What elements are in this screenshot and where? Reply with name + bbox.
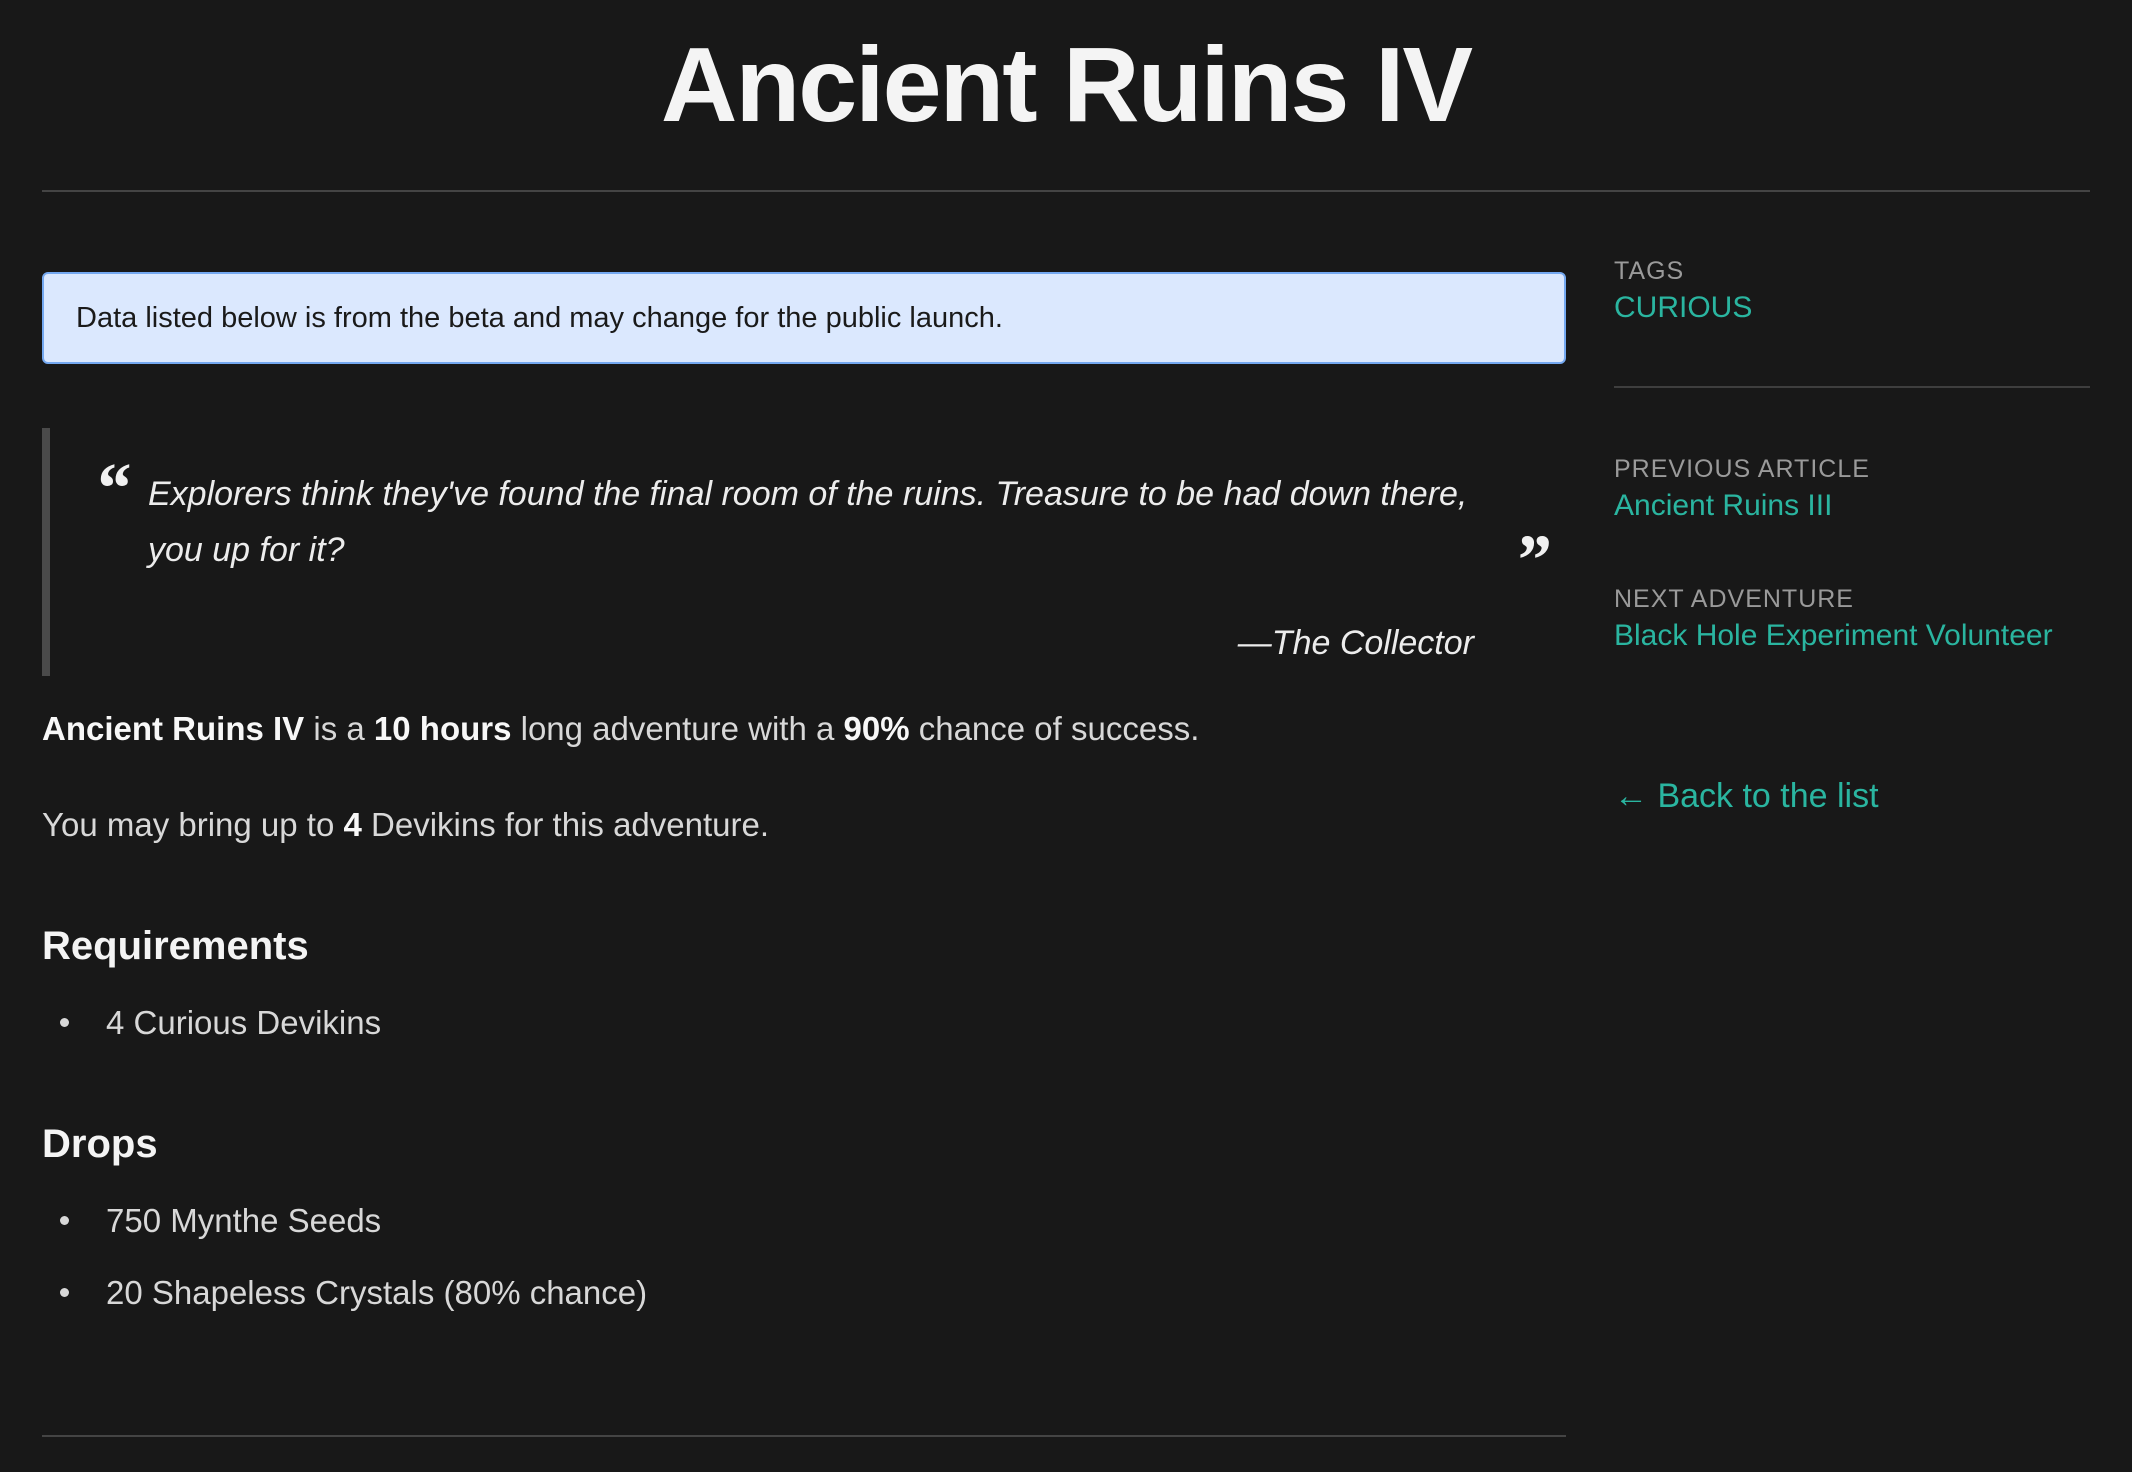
drops-list: 750 Mynthe Seeds 20 Shapeless Crystals (… [42, 1198, 1566, 1316]
page-title: Ancient Ruins IV [660, 26, 1473, 144]
requirement-text: 4 Curious Devikins [106, 1004, 382, 1041]
drop-text: 750 Mynthe Seeds [106, 1202, 382, 1239]
devikin-limit: You may bring up to 4 Devikins for this … [42, 802, 1566, 848]
next-adventure-block: NEXT ADVENTURE Black Hole Experiment Vol… [1614, 582, 2090, 656]
adventure-quote: “ Explorers think they've found the fina… [42, 428, 1566, 676]
close-quote-icon: ” [1514, 520, 1550, 600]
tag-link-curious[interactable]: CURIOUS [1614, 288, 2090, 328]
adventure-name: Ancient Ruins IV [42, 710, 305, 747]
devikin-text: You may bring up to [42, 806, 344, 843]
summary-text: long adventure with a [511, 710, 844, 747]
quote-author: —The Collector [1237, 624, 1474, 662]
requirements-list: 4 Curious Devikins [42, 1000, 1566, 1046]
summary-text: is a [304, 710, 374, 747]
summary-text: chance of success. [909, 710, 1200, 747]
sidebar: TAGS CURIOUS PREVIOUS ARTICLE Ancient Ru… [1614, 254, 2090, 818]
devikin-text: Devikins for this adventure. [361, 806, 770, 843]
previous-article-label: PREVIOUS ARTICLE [1614, 455, 1870, 483]
next-adventure-link[interactable]: Black Hole Experiment Volunteer [1614, 616, 2090, 656]
previous-article-link[interactable]: Ancient Ruins III [1614, 486, 2090, 526]
open-quote-icon: “ [94, 448, 130, 528]
adventure-summary: Ancient Ruins IV is a 10 hours long adve… [42, 706, 1566, 752]
content-divider [42, 1435, 1566, 1437]
drops-heading: Drops [42, 1122, 158, 1166]
bullet-icon [60, 1018, 69, 1027]
quote-text: Explorers think they've found the final … [148, 475, 1468, 569]
list-item: 750 Mynthe Seeds [42, 1198, 1566, 1244]
tags-label: TAGS [1614, 257, 1685, 285]
bullet-icon [60, 1288, 69, 1297]
sidebar-divider [1614, 386, 2090, 388]
page: Ancient Ruins IV Data listed below is fr… [0, 0, 2132, 1472]
list-item: 4 Curious Devikins [42, 1000, 1566, 1046]
success-chance: 90% [843, 710, 910, 747]
requirements-heading: Requirements [42, 924, 309, 968]
list-item: 20 Shapeless Crystals (80% chance) [42, 1270, 1566, 1316]
next-adventure-label: NEXT ADVENTURE [1614, 585, 1854, 613]
previous-article-block: PREVIOUS ARTICLE Ancient Ruins III [1614, 452, 2090, 526]
devikin-count: 4 [343, 806, 362, 843]
title-divider [42, 190, 2090, 192]
beta-notice: Data listed below is from the beta and m… [42, 272, 1566, 364]
back-to-list-link[interactable]: ← Back to the list [1614, 774, 2090, 818]
adventure-duration: 10 hours [373, 710, 512, 747]
main-content: Data listed below is from the beta and m… [42, 272, 1566, 1316]
bullet-icon [60, 1216, 69, 1225]
drop-text: 20 Shapeless Crystals (80% chance) [106, 1274, 648, 1311]
